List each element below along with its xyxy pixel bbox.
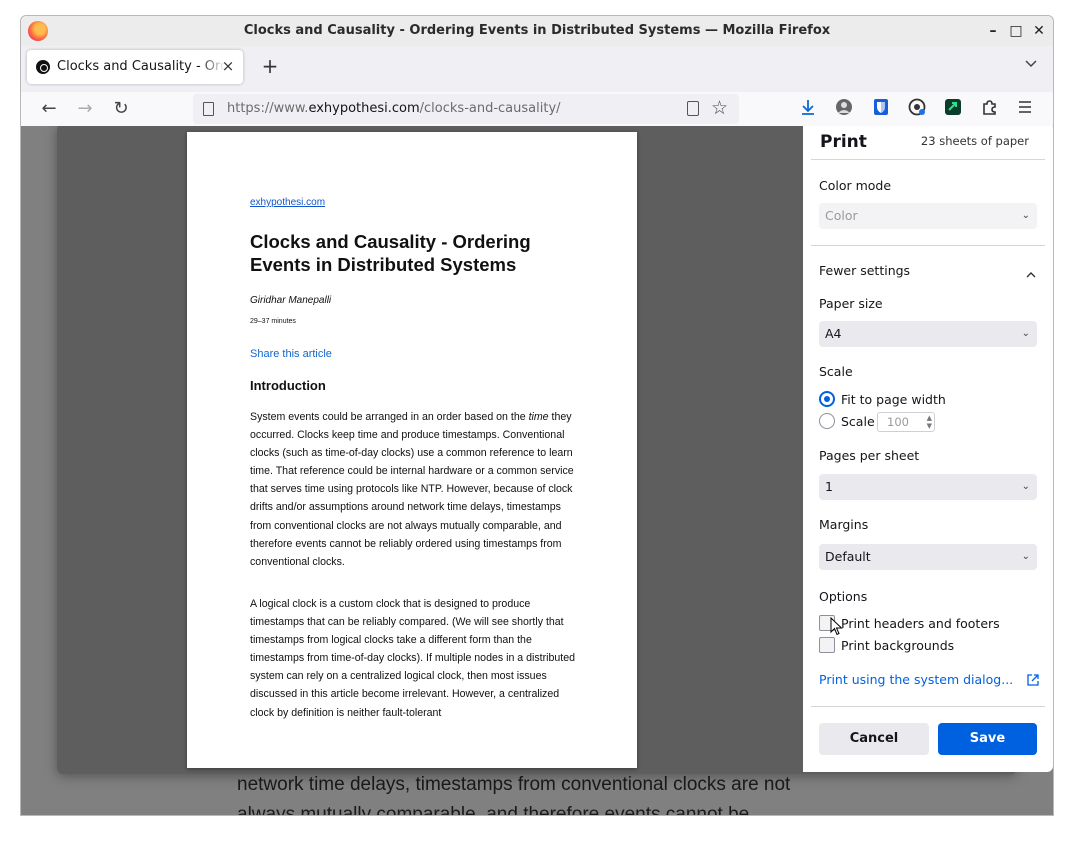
preview-share-link: Share this article xyxy=(250,348,332,360)
preview-page[interactable]: exhypothesi.com Clocks and Causality - O… xyxy=(187,132,637,768)
bitwarden-icon[interactable] xyxy=(870,98,892,120)
scale-value: 100 xyxy=(887,415,909,429)
paper-size-value: A4 xyxy=(825,326,842,341)
preview-paragraph-rest: they occurred. Clocks keep time and prod… xyxy=(250,411,574,568)
print-settings-panel: Print 23 sheets of paper Color mode Colo… xyxy=(803,126,1053,772)
print-title: Print xyxy=(820,132,867,152)
tab-active[interactable]: Clocks and Causality - Ordering Events i… xyxy=(27,50,243,84)
backgrounds-checkbox[interactable] xyxy=(819,637,835,653)
tab-close-button[interactable]: × xyxy=(219,57,237,75)
site-favicon-icon xyxy=(36,60,50,74)
title-bar: Clocks and Causality - Ordering Events i… xyxy=(21,16,1053,46)
paper-size-label: Paper size xyxy=(819,296,883,311)
chevron-down-icon: ⌄ xyxy=(1021,551,1030,562)
preview-paragraph: System events could be arranged in an or… xyxy=(250,408,576,571)
extension-icon-a[interactable] xyxy=(906,98,928,120)
divider xyxy=(811,159,1045,160)
margins-label: Margins xyxy=(819,517,869,532)
pages-per-sheet-label: Pages per sheet xyxy=(819,448,920,463)
download-icon[interactable] xyxy=(797,98,819,120)
sheet-count: 23 sheets of paper xyxy=(920,134,1029,148)
fit-to-width-label[interactable]: Fit to page width xyxy=(841,392,946,407)
tab-bar: Clocks and Causality - Ordering Events i… xyxy=(21,46,1053,86)
options-label: Options xyxy=(819,589,868,604)
navigation-bar: ← → ↻ https://www.exhypothesi.com/clocks… xyxy=(21,92,1053,126)
pages-per-sheet-select[interactable]: 1 ⌄ xyxy=(819,474,1037,500)
back-button[interactable]: ← xyxy=(36,96,62,122)
preview-article-title: Clocks and Causality - Ordering Events i… xyxy=(250,231,531,275)
preview-read-time: 29–37 minutes xyxy=(250,318,296,325)
external-link-icon[interactable] xyxy=(1027,674,1039,689)
account-icon[interactable] xyxy=(833,98,855,120)
extension-icon-b[interactable] xyxy=(942,98,964,120)
save-button[interactable]: Save xyxy=(938,723,1037,755)
print-preview-area: exhypothesi.com Clocks and Causality - O… xyxy=(57,126,1053,774)
scale-label: Scale xyxy=(819,364,853,379)
custom-scale-radio[interactable] xyxy=(819,413,835,429)
forward-button[interactable]: → xyxy=(72,96,98,122)
chevron-down-icon: ⌄ xyxy=(1021,328,1030,339)
new-tab-button[interactable]: + xyxy=(259,55,281,77)
chevron-down-icon xyxy=(1025,60,1037,68)
url-path: /clocks-and-causality/ xyxy=(419,101,561,116)
divider xyxy=(811,706,1045,707)
color-mode-select[interactable]: Color ⌄ xyxy=(819,203,1037,229)
custom-scale-label[interactable]: Scale xyxy=(841,414,875,429)
bookmark-star-icon[interactable]: ☆ xyxy=(711,97,728,119)
browser-window: Clocks and Causality - Ordering Events i… xyxy=(20,15,1054,816)
system-dialog-link[interactable]: Print using the system dialog... xyxy=(819,672,1013,687)
divider xyxy=(811,245,1045,246)
chevron-up-icon[interactable] xyxy=(1025,265,1037,284)
menu-icon[interactable] xyxy=(1014,98,1036,120)
page-content: network time delays, timestamps from con… xyxy=(21,126,1053,816)
minimize-button[interactable]: – xyxy=(983,21,1003,41)
preview-paragraph-start: System events could be arranged in an or… xyxy=(250,411,529,423)
fewer-settings-toggle[interactable]: Fewer settings xyxy=(819,263,910,278)
fit-to-width-radio[interactable] xyxy=(819,391,835,407)
chevron-down-icon: ⌄ xyxy=(1021,210,1030,221)
url-bar[interactable]: https://www.exhypothesi.com/clocks-and-c… xyxy=(193,94,739,124)
window-title: Clocks and Causality - Ordering Events i… xyxy=(243,23,831,38)
preview-section-heading: Introduction xyxy=(250,378,326,393)
list-all-tabs-button[interactable] xyxy=(1021,56,1041,76)
cancel-button[interactable]: Cancel xyxy=(819,723,929,755)
page-info-icon[interactable] xyxy=(203,102,214,116)
maximize-button[interactable]: □ xyxy=(1006,21,1026,41)
chevron-down-icon: ⌄ xyxy=(1021,481,1030,492)
paper-size-select[interactable]: A4 ⌄ xyxy=(819,321,1037,347)
pages-per-sheet-value: 1 xyxy=(825,479,833,494)
url-prefix: https://www. xyxy=(227,101,309,116)
color-mode-label: Color mode xyxy=(819,178,892,193)
background-page-text-line: network time delays, timestamps from con… xyxy=(237,774,791,795)
spinner-icon[interactable]: ▲ ▼ xyxy=(927,414,932,430)
background-page-text-line: always mutually comparable, and therefor… xyxy=(237,804,750,816)
color-mode-value: Color xyxy=(825,208,858,223)
reader-view-icon[interactable] xyxy=(687,101,699,116)
scale-input[interactable]: 100 ▲ ▼ xyxy=(877,412,935,432)
url-text[interactable]: https://www.exhypothesi.com/clocks-and-c… xyxy=(227,101,561,116)
reload-button[interactable]: ↻ xyxy=(108,96,134,122)
extensions-icon[interactable] xyxy=(978,98,1000,120)
preview-author: Giridhar Manepalli xyxy=(250,295,332,306)
backgrounds-label[interactable]: Print backgrounds xyxy=(841,638,954,653)
margins-select[interactable]: Default ⌄ xyxy=(819,544,1037,570)
preview-site-link: exhypothesi.com xyxy=(250,197,326,208)
preview-paragraph-emphasis: time xyxy=(528,411,549,423)
preview-paragraph: A logical clock is a custom clock that i… xyxy=(250,598,575,719)
tab-label: Clocks and Causality - Ordering Events i… xyxy=(57,59,225,74)
headers-footers-label[interactable]: Print headers and footers xyxy=(841,616,1000,631)
margins-value: Default xyxy=(825,549,871,564)
url-domain: exhypothesi.com xyxy=(308,101,420,116)
close-window-button[interactable]: ✕ xyxy=(1029,21,1049,41)
